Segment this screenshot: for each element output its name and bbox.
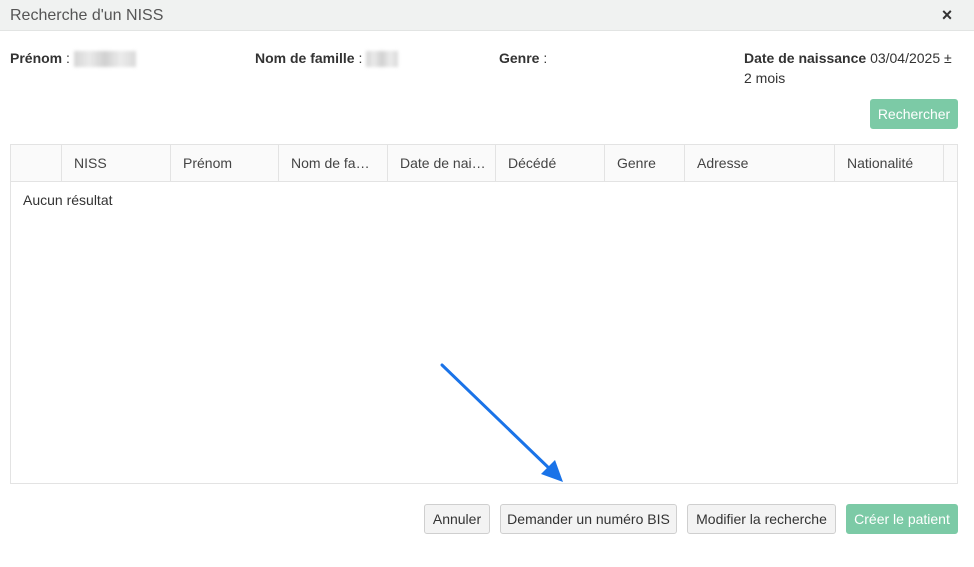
birthdate-criterion: Date de naissance 03/04/2025 ± 2 mois — [744, 48, 959, 88]
table-header: NISS Prénom Nom de fa… Date de nai… Décé… — [11, 145, 957, 182]
lastname-criterion: Nom de famille : — [255, 48, 399, 68]
column-header-firstname[interactable]: Prénom — [171, 145, 279, 181]
create-patient-button[interactable]: Créer le patient — [846, 504, 958, 534]
dialog-title: Recherche d'un NISS — [10, 7, 164, 24]
column-header-nationality[interactable]: Nationalité — [835, 145, 944, 181]
firstname-criterion: Prénom : — [10, 48, 136, 68]
lastname-separator: : — [354, 50, 367, 66]
firstname-label: Prénom — [10, 50, 63, 66]
dialog-header: Recherche d'un NISS × — [0, 0, 974, 31]
close-icon[interactable]: × — [938, 6, 956, 24]
redacted-lastname — [366, 51, 399, 68]
column-header-address[interactable]: Adresse — [685, 145, 835, 181]
column-header-gender[interactable]: Genre — [605, 145, 685, 181]
search-button[interactable]: Rechercher — [870, 99, 958, 129]
modify-search-button[interactable]: Modifier la recherche — [687, 504, 836, 534]
column-header-birthdate[interactable]: Date de nai… — [388, 145, 496, 181]
firstname-separator: : — [62, 50, 74, 66]
request-bis-number-button[interactable]: Demander un numéro BIS — [500, 504, 677, 534]
annotation-arrow-icon — [440, 363, 563, 482]
gender-separator: : — [539, 50, 548, 66]
birthdate-value: 03/04/2025 ± — [870, 50, 952, 66]
cancel-button[interactable]: Annuler — [424, 504, 490, 534]
gender-label: Genre — [499, 50, 540, 66]
empty-results-message: Aucun résultat — [23, 192, 113, 208]
redacted-firstname — [73, 51, 136, 68]
column-header-select[interactable] — [11, 145, 62, 181]
gender-criterion: Genre : — [499, 48, 547, 68]
lastname-label: Nom de famille — [255, 50, 355, 66]
birthdate-tolerance: 2 mois — [744, 70, 786, 86]
column-header-niss[interactable]: NISS — [62, 145, 171, 181]
birthdate-label: Date de naissance — [744, 50, 867, 66]
column-header-deceased[interactable]: Décédé — [496, 145, 605, 181]
column-header-lastname[interactable]: Nom de fa… — [279, 145, 388, 181]
